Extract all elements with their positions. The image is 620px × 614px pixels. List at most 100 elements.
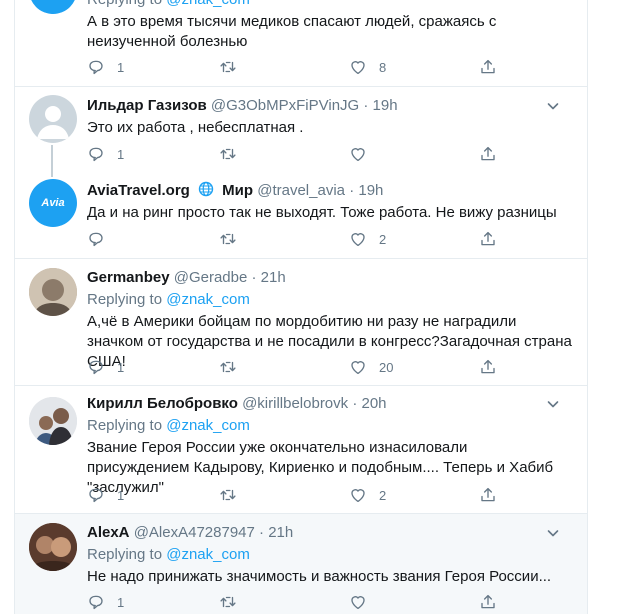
- avatar[interactable]: [29, 95, 77, 143]
- replying-to: Replying to @znak_com: [87, 0, 573, 10]
- retweet-icon: [220, 148, 236, 160]
- reply-button[interactable]: 1: [87, 357, 124, 377]
- reply-button[interactable]: [87, 229, 117, 249]
- like-count: 2: [379, 231, 387, 247]
- tweet-time[interactable]: 21h: [261, 269, 286, 286]
- share-button[interactable]: [479, 485, 497, 505]
- tweet-4[interactable]: Кирилл Белобровко @kirillbelobrovk · 20h…: [15, 385, 587, 514]
- tweet-header: Ильдар Газизов @G3ObMPxFiPVinJG · 19h: [87, 96, 573, 116]
- tweet-0[interactable]: Replying to @znak_com А в это время тыся…: [15, 0, 587, 86]
- mention-link[interactable]: @znak_com: [166, 417, 250, 434]
- tweet-time[interactable]: 19h: [358, 182, 383, 199]
- heart-icon: [351, 489, 365, 503]
- like-button[interactable]: 2: [349, 229, 386, 249]
- user-handle[interactable]: @Geradbe: [174, 269, 248, 286]
- retweet-icon: [220, 61, 236, 73]
- avatar[interactable]: [29, 0, 77, 14]
- tweet-text: А в это время тысячи медиков спасают люд…: [87, 13, 497, 50]
- separator-dot: ·: [259, 524, 265, 541]
- avatar[interactable]: [29, 523, 77, 571]
- share-button[interactable]: [479, 592, 497, 612]
- display-name[interactable]: AlexA: [87, 524, 130, 541]
- retweet-button[interactable]: [219, 485, 249, 505]
- reply-button[interactable]: 1: [87, 485, 124, 505]
- retweet-button[interactable]: [219, 229, 249, 249]
- reply-button[interactable]: 1: [87, 144, 124, 164]
- user-handle[interactable]: @AlexA47287947: [134, 524, 255, 541]
- separator-dot: ·: [352, 395, 358, 412]
- tweet-time[interactable]: 21h: [268, 524, 293, 541]
- share-button[interactable]: [479, 357, 497, 377]
- display-name[interactable]: Кирилл Белобровко: [87, 395, 238, 412]
- like-button[interactable]: [349, 144, 379, 164]
- avatar[interactable]: Avia: [29, 179, 77, 227]
- replying-to-label: Replying to: [87, 0, 162, 8]
- reply-button[interactable]: 1: [87, 592, 124, 612]
- display-name[interactable]: Ильдар Газизов: [87, 97, 207, 114]
- share-button[interactable]: [479, 229, 497, 249]
- mention-link[interactable]: @znak_com: [166, 546, 250, 563]
- heart-icon: [351, 61, 365, 75]
- retweet-button[interactable]: [219, 357, 249, 377]
- tweet-text: Это их работа , небесплатная .: [87, 119, 304, 136]
- chevron-down-icon[interactable]: [545, 525, 561, 541]
- mention-link[interactable]: @znak_com: [166, 0, 250, 8]
- separator-dot: ·: [349, 182, 355, 199]
- display-name[interactable]: AviaTravel.org: [87, 182, 190, 199]
- chevron-down-icon[interactable]: [545, 98, 561, 114]
- replying-to: Replying to @znak_com: [87, 290, 573, 310]
- tweet-time[interactable]: 19h: [373, 97, 398, 114]
- display-name[interactable]: Germanbey: [87, 269, 170, 286]
- tweet-text: Не надо принижать значимость и важность …: [87, 568, 552, 585]
- replying-to: Replying to @znak_com: [87, 416, 573, 436]
- like-button[interactable]: [349, 592, 379, 612]
- tweet-actions: 1 8: [87, 57, 507, 77]
- heart-icon: [351, 233, 365, 247]
- mention-link[interactable]: @znak_com: [166, 291, 250, 308]
- like-button[interactable]: 20: [349, 357, 393, 377]
- tweet-actions: 2: [87, 229, 507, 249]
- user-handle[interactable]: @kirillbelobrovk: [242, 395, 348, 412]
- reply-icon: [89, 488, 103, 503]
- replying-to-label: Replying to: [87, 291, 163, 308]
- reply-button[interactable]: 1: [87, 57, 124, 77]
- tweet-1[interactable]: Ильдар Газизов @G3ObMPxFiPVinJG · 19h Эт…: [15, 86, 587, 178]
- heart-icon: [351, 596, 365, 610]
- share-button[interactable]: [479, 144, 497, 164]
- tweet-3[interactable]: Germanbey @Geradbe · 21h Replying to @zn…: [15, 258, 587, 386]
- like-count: 2: [379, 487, 387, 503]
- avatar[interactable]: [29, 397, 77, 445]
- heart-icon: [351, 148, 365, 162]
- share-icon: [481, 146, 495, 161]
- share-icon: [481, 594, 495, 609]
- retweet-icon: [220, 596, 236, 608]
- retweet-icon: [220, 489, 236, 501]
- retweet-button[interactable]: [219, 57, 249, 77]
- tweet-time[interactable]: 20h: [362, 395, 387, 412]
- tweet-header: Кирилл Белобровко @kirillbelobrovk · 20h: [87, 394, 573, 414]
- retweet-button[interactable]: [219, 144, 249, 164]
- replies-timeline: Replying to @znak_com А в это время тыся…: [14, 0, 588, 614]
- tweet-2[interactable]: Avia AviaTravel.org Мир @travel_avia · 1…: [15, 177, 587, 258]
- replying-to: Replying to @znak_com: [87, 545, 573, 565]
- avatar[interactable]: [29, 268, 77, 316]
- tweet-header: AviaTravel.org Мир @travel_avia · 19h: [87, 181, 573, 201]
- tweet-actions: 1: [87, 144, 507, 164]
- reply-icon: [89, 147, 103, 162]
- display-name-suffix: Мир: [222, 182, 254, 199]
- reply-count: 1: [117, 594, 125, 610]
- like-button[interactable]: 2: [349, 485, 386, 505]
- user-handle[interactable]: @G3ObMPxFiPVinJG: [211, 97, 359, 114]
- tweet-text: Да и на ринг просто так не выходят. Тоже…: [87, 204, 557, 221]
- retweet-icon: [220, 233, 236, 245]
- tweet-5[interactable]: AlexA @AlexA47287947 · 21h Replying to @…: [15, 513, 587, 614]
- chevron-down-icon[interactable]: [545, 396, 561, 412]
- reply-icon: [89, 60, 103, 75]
- share-button[interactable]: [479, 57, 497, 77]
- heart-icon: [351, 361, 365, 375]
- reply-count: 1: [117, 146, 125, 162]
- retweet-button[interactable]: [219, 592, 249, 612]
- like-button[interactable]: 8: [349, 57, 386, 77]
- user-handle[interactable]: @travel_avia: [257, 182, 345, 199]
- tweet-actions: 1 20: [87, 357, 507, 377]
